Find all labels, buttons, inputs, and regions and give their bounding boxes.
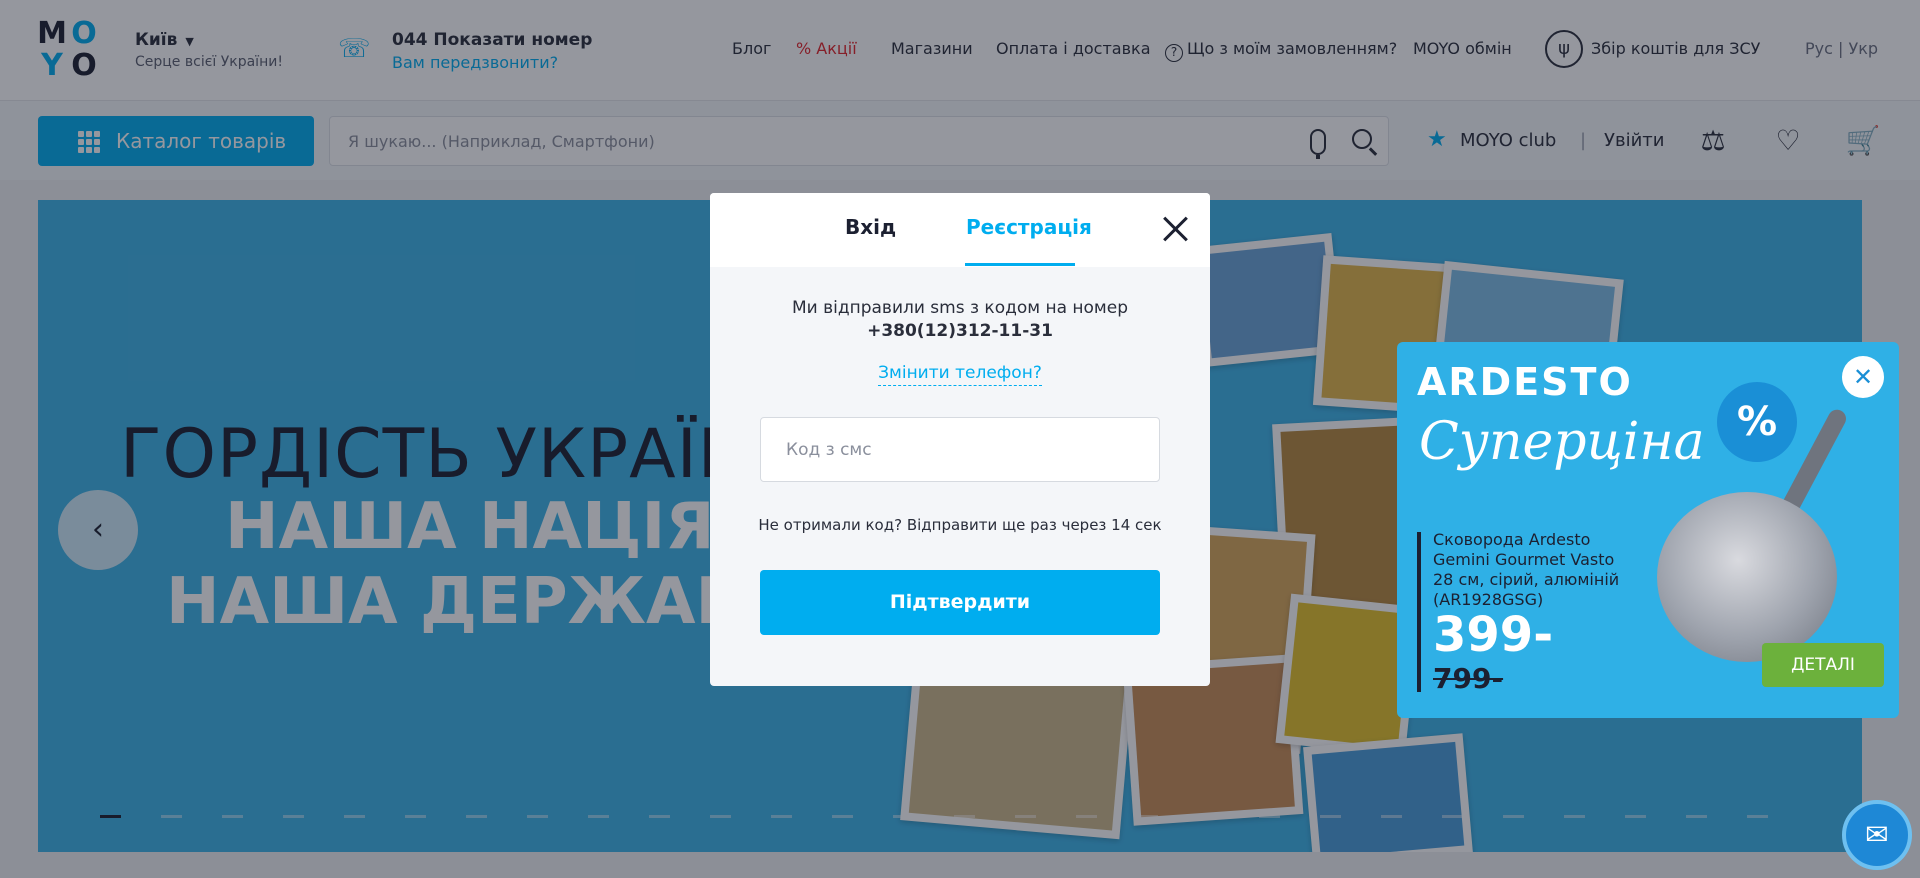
- details-button[interactable]: ДЕТАЛІ: [1762, 643, 1884, 687]
- sms-sent-message: Ми відправили sms з кодом на номер: [791, 298, 1129, 318]
- percent-badge-icon: %: [1717, 382, 1797, 462]
- registration-modal: Вхід Реєстрація Ми відправили sms з кодо…: [710, 193, 1210, 686]
- promo-brand-logo: ARDESTO: [1417, 360, 1633, 404]
- confirm-button[interactable]: Підтвердити: [760, 570, 1160, 635]
- promo-old-price: 799-: [1433, 662, 1504, 695]
- promo-product-name: Сковорода Ardesto Gemini Gourmet Vasto 2…: [1433, 530, 1620, 609]
- promo-popup: ARDESTO Суперціна % Сковорода Ardesto Ge…: [1397, 342, 1899, 718]
- promo-price: 399-: [1433, 607, 1554, 663]
- frying-pan-image: [1657, 492, 1837, 662]
- change-phone-link[interactable]: Змінити телефон?: [710, 363, 1210, 386]
- active-tab-indicator: [965, 263, 1075, 266]
- tab-register[interactable]: Реєстрація: [966, 215, 1092, 239]
- tab-login[interactable]: Вхід: [845, 215, 896, 239]
- sms-code-input[interactable]: [760, 417, 1160, 482]
- resend-timer-text: Не отримали код? Відправити ще раз через…: [758, 516, 1162, 534]
- modal-header: Вхід Реєстрація: [710, 193, 1210, 267]
- promo-close-icon[interactable]: ✕: [1842, 356, 1884, 398]
- promo-accent-bar: [1417, 532, 1421, 692]
- close-icon[interactable]: [1162, 215, 1190, 243]
- chat-icon[interactable]: ✉: [1842, 800, 1912, 870]
- sms-phone-number: +380(12)312-11-31: [867, 321, 1053, 341]
- promo-headline: Суперціна: [1419, 412, 1705, 472]
